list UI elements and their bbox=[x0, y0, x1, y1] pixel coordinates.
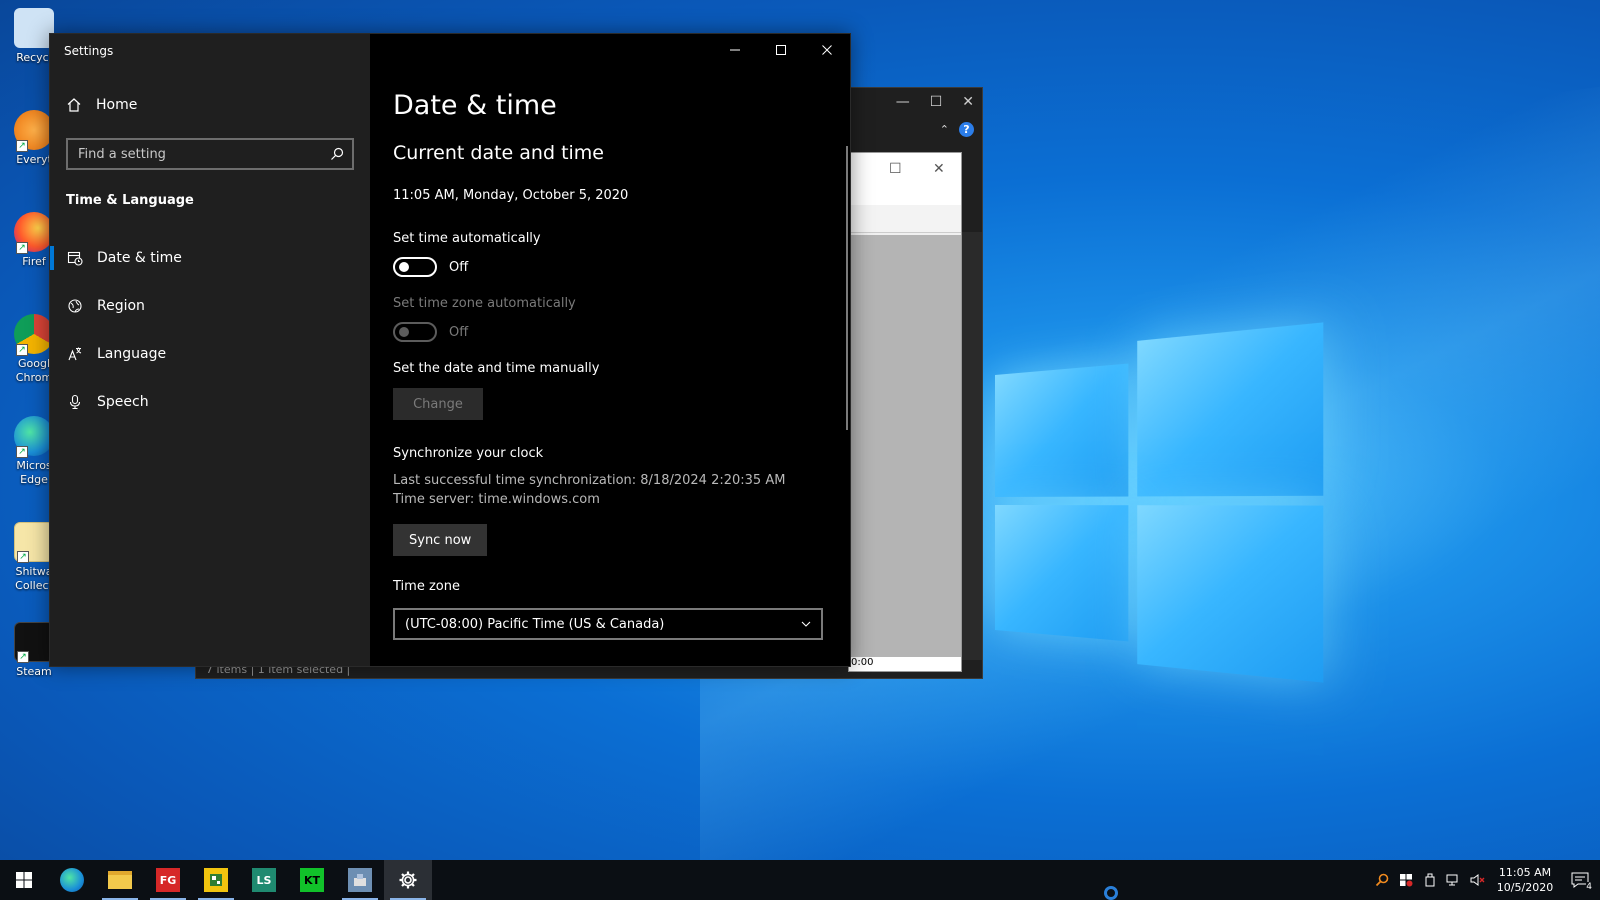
firefox-icon: ↗ bbox=[14, 212, 54, 252]
usb-icon[interactable] bbox=[1418, 860, 1442, 900]
taskbar-settings[interactable] bbox=[384, 860, 432, 900]
ribbon-controls: ⌃ ? bbox=[940, 122, 974, 137]
section-title: Time & Language bbox=[66, 193, 194, 208]
windows-logo-wallpaper bbox=[995, 322, 1323, 682]
calendar-clock-icon bbox=[67, 250, 83, 266]
search-box[interactable] bbox=[66, 138, 354, 170]
manual-label: Set the date and time manually bbox=[393, 361, 599, 376]
search-icon[interactable] bbox=[322, 147, 352, 161]
close-icon[interactable]: ✕ bbox=[933, 161, 945, 177]
maximize-icon[interactable]: ☐ bbox=[889, 161, 902, 177]
nav-item-region[interactable]: Region bbox=[50, 282, 370, 330]
folder-icon: ↗ bbox=[14, 522, 54, 562]
set-time-auto-row: Off bbox=[393, 257, 468, 277]
taskbar: FG LS KT 11:05 AM 10/5/2020 4 bbox=[0, 860, 1600, 900]
timezone-label: Time zone bbox=[393, 579, 460, 594]
set-time-auto-toggle[interactable] bbox=[393, 257, 437, 277]
search-input[interactable] bbox=[68, 147, 322, 162]
taskbar-file-explorer[interactable] bbox=[96, 860, 144, 900]
set-tz-auto-label: Set time zone automatically bbox=[393, 296, 576, 311]
page-title: Date & time bbox=[393, 90, 557, 121]
globe-icon bbox=[67, 298, 83, 314]
chevron-down-icon bbox=[801, 619, 811, 629]
chevron-up-icon[interactable]: ⌃ bbox=[940, 123, 949, 136]
sync-now-button[interactable]: Sync now bbox=[393, 524, 487, 556]
set-tz-auto-toggle[interactable] bbox=[393, 322, 437, 342]
taskbar-clock[interactable]: 11:05 AM 10/5/2020 bbox=[1490, 865, 1560, 895]
shield-icon[interactable] bbox=[1394, 860, 1418, 900]
folder-icon bbox=[108, 871, 132, 889]
microphone-icon bbox=[67, 394, 83, 410]
edge-icon: ↗ bbox=[14, 416, 54, 456]
action-center-button[interactable]: 4 bbox=[1560, 860, 1600, 900]
notification-count: 4 bbox=[1586, 882, 1592, 892]
busy-cursor-icon bbox=[1104, 886, 1118, 900]
desktop-icon-label: Steam bbox=[2, 665, 66, 679]
background-window-controls: — ☐ ✕ bbox=[896, 94, 974, 110]
fg-app-icon: FG bbox=[156, 868, 180, 892]
nav-item-speech[interactable]: Speech bbox=[50, 378, 370, 426]
gear-icon bbox=[398, 870, 418, 890]
minimize-icon[interactable]: — bbox=[896, 94, 910, 110]
taskbar-app-kt[interactable]: KT bbox=[288, 860, 336, 900]
timezone-value: (UTC-08:00) Pacific Time (US & Canada) bbox=[405, 617, 664, 632]
dialog-time-fragment: 0:00 bbox=[849, 657, 961, 671]
chrome-icon: ↗ bbox=[14, 314, 54, 354]
windows-start-icon bbox=[15, 871, 33, 889]
background-dialog: ☐ ✕ 0:00 bbox=[848, 152, 962, 672]
settings-sidebar: Settings Home Time & Language D bbox=[50, 34, 370, 666]
taskbar-app-gl[interactable] bbox=[192, 860, 240, 900]
window-title: Settings bbox=[64, 44, 113, 58]
clock-time: 11:05 AM bbox=[1490, 865, 1560, 880]
spreadsheet-app-icon bbox=[204, 868, 228, 892]
set-tz-auto-row: Off bbox=[393, 322, 468, 342]
content-scrollbar[interactable] bbox=[846, 146, 848, 430]
settings-content: Date & time Current date and time 11:05 … bbox=[393, 34, 850, 666]
toggle-state: Off bbox=[449, 260, 468, 275]
sync-label: Synchronize your clock bbox=[393, 446, 543, 461]
taskbar-app-fg[interactable]: FG bbox=[144, 860, 192, 900]
nav-list: Date & time Region Language Speech bbox=[50, 234, 370, 426]
nav-item-date-time[interactable]: Date & time bbox=[50, 234, 370, 282]
search-tray-icon[interactable] bbox=[1370, 860, 1394, 900]
nav-home-label: Home bbox=[96, 97, 137, 113]
last-sync-text: Last successful time synchronization: 8/… bbox=[393, 473, 785, 488]
set-time-auto-label: Set time automatically bbox=[393, 231, 541, 246]
nav-item-label: Region bbox=[97, 298, 145, 314]
taskbar-app-ls[interactable]: LS bbox=[240, 860, 288, 900]
current-datetime: 11:05 AM, Monday, October 5, 2020 bbox=[393, 188, 628, 203]
time-server-text: Time server: time.windows.com bbox=[393, 492, 600, 507]
maximize-icon[interactable]: ☐ bbox=[930, 94, 943, 110]
settings-window: Settings Home Time & Language D bbox=[49, 33, 851, 667]
ls-app-icon: LS bbox=[252, 868, 276, 892]
toggle-state: Off bbox=[449, 325, 468, 340]
recycle-bin-icon bbox=[14, 8, 54, 48]
nav-item-label: Language bbox=[97, 346, 166, 362]
timezone-select[interactable]: (UTC-08:00) Pacific Time (US & Canada) bbox=[393, 608, 823, 640]
language-icon bbox=[67, 346, 83, 362]
steam-icon: ↗ bbox=[14, 622, 54, 662]
background-scrollbar[interactable] bbox=[962, 232, 982, 660]
kt-app-icon: KT bbox=[300, 868, 324, 892]
help-icon[interactable]: ? bbox=[959, 122, 974, 137]
nav-item-label: Date & time bbox=[97, 250, 182, 266]
home-icon bbox=[66, 97, 82, 113]
nav-item-label: Speech bbox=[97, 394, 149, 410]
nav-item-language[interactable]: Language bbox=[50, 330, 370, 378]
volume-muted-icon[interactable] bbox=[1466, 860, 1490, 900]
nav-home[interactable]: Home bbox=[66, 97, 137, 113]
everything-search-icon: ↗ bbox=[14, 110, 54, 150]
start-button[interactable] bbox=[0, 860, 48, 900]
tools-app-icon bbox=[348, 868, 372, 892]
section-heading-current: Current date and time bbox=[393, 142, 604, 164]
close-icon[interactable]: ✕ bbox=[962, 94, 974, 110]
system-tray: 11:05 AM 10/5/2020 4 bbox=[1370, 860, 1600, 900]
edge-icon bbox=[60, 868, 84, 892]
clock-date: 10/5/2020 bbox=[1490, 880, 1560, 895]
change-button[interactable]: Change bbox=[393, 388, 483, 420]
taskbar-app-tools[interactable] bbox=[336, 860, 384, 900]
taskbar-edge[interactable] bbox=[48, 860, 96, 900]
network-icon[interactable] bbox=[1442, 860, 1466, 900]
